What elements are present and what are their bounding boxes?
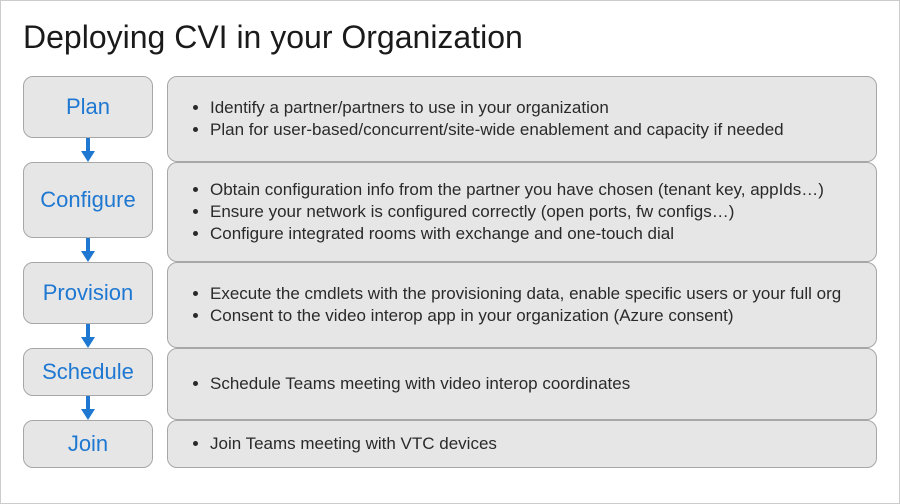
details-plan: Identify a partner/partners to use in yo… [167,76,877,162]
stage-schedule: Schedule [23,348,153,396]
bullet: Execute the cmdlets with the provisionin… [210,283,841,305]
stage-configure: Configure [23,162,153,238]
bullet: Schedule Teams meeting with video intero… [210,373,630,395]
stage-join: Join [23,420,153,468]
details-configure: Obtain configuration info from the partn… [167,162,877,262]
bullet: Join Teams meeting with VTC devices [210,433,497,455]
row-configure: Configure Obtain configuration info from… [23,162,877,262]
bullet: Ensure your network is configured correc… [210,201,824,223]
bullet: Configure integrated rooms with exchange… [210,223,824,245]
details-provision: Execute the cmdlets with the provisionin… [167,262,877,348]
arrow-down-icon [79,396,97,420]
stage-plan: Plan [23,76,153,138]
row-plan: Plan Identify a partner/partners to use … [23,76,877,162]
stage-provision: Provision [23,262,153,324]
arrow-down-icon [79,238,97,262]
row-join: Join Join Teams meeting with VTC devices [23,420,877,468]
diagram-rows: Plan Identify a partner/partners to use … [23,76,877,468]
details-schedule: Schedule Teams meeting with video intero… [167,348,877,420]
arrow-down-icon [79,324,97,348]
bullet: Obtain configuration info from the partn… [210,179,824,201]
page-title: Deploying CVI in your Organization [23,19,877,56]
row-provision: Provision Execute the cmdlets with the p… [23,262,877,348]
bullet: Consent to the video interop app in your… [210,305,841,327]
arrow-down-icon [79,138,97,162]
details-join: Join Teams meeting with VTC devices [167,420,877,468]
bullet: Plan for user-based/concurrent/site-wide… [210,119,784,141]
row-schedule: Schedule Schedule Teams meeting with vid… [23,348,877,420]
bullet: Identify a partner/partners to use in yo… [210,97,784,119]
